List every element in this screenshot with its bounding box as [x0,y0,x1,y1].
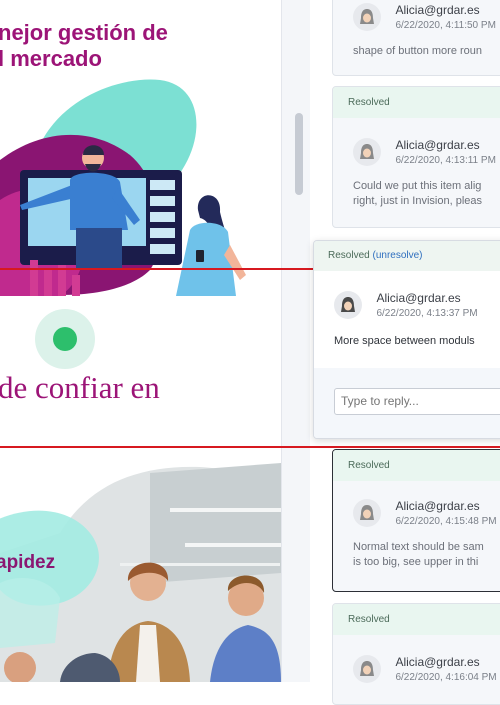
presentation-illustration [0,79,246,296]
comment-meta: Alicia@grdar.es 6/22/2020, 4:13:11 PM [395,138,495,167]
comment-card[interactable]: Resolved Alicia@grdar.es 6/22/2020, 4:13… [332,86,500,228]
selection-marker-bottom [0,446,500,448]
comment-author: Alicia@grdar.es [395,3,480,17]
preview-heading: nejor gestión de l mercado [0,20,168,72]
active-comment-popup[interactable]: Resolved (unresolve) Alicia@grdar.es 6/2… [313,240,500,439]
status-label: Resolved [328,250,370,261]
user-avatar-icon [334,291,362,319]
comment-author: Alicia@grdar.es [376,291,461,305]
comment-text-line-1: Normal text should be sam [353,541,484,553]
comment-author: Alicia@grdar.es [395,499,480,513]
comment-text: More space between moduls [334,335,475,347]
scroll-rail [282,0,310,682]
reply-input[interactable] [334,388,500,415]
comment-meta: Alicia@grdar.es 6/22/2020, 4:16:04 PM [395,655,496,684]
comment-status: Resolved [333,604,500,635]
comment-timestamp: 6/22/2020, 4:11:50 PM [395,20,496,31]
progress-dot-indicator [35,309,95,369]
comment-status: Resolved [333,450,500,481]
comment-text-line-2: right, just in Invision, pleas [353,195,483,207]
scrollbar-thumb[interactable] [295,113,303,195]
comment-status: Resolved (unresolve) [314,241,500,271]
preview-subheading: de confiar en [0,370,160,405]
user-avatar-icon [353,138,381,166]
comment-author: Alicia@grdar.es [395,138,480,152]
heading-line-1: nejor gestión de [0,20,168,45]
comment-card[interactable]: Alicia@grdar.es 6/22/2020, 4:11:50 PM sh… [332,0,500,76]
comment-card[interactable]: Resolved Alicia@grdar.es 6/22/2020, 4:15… [332,449,500,592]
comment-card[interactable]: Resolved Alicia@grdar.es 6/22/2020, 4:16… [332,603,500,705]
comment-meta: Alicia@grdar.es 6/22/2020, 4:13:37 PM [376,291,477,320]
page-preview: nejor gestión de l mercado de confiar en [0,0,281,682]
user-avatar-icon [353,3,381,31]
user-avatar-icon [353,655,381,683]
comment-meta: Alicia@grdar.es 6/22/2020, 4:11:50 PM [395,3,495,32]
comment-status: Resolved [333,87,500,118]
unresolve-link[interactable]: (unresolve) [372,250,422,261]
comment-timestamp: 6/22/2020, 4:13:11 PM [395,155,496,166]
active-dot [53,327,77,351]
comment-author: Alicia@grdar.es [395,655,480,669]
photo-caption: apidez [0,552,56,573]
reply-area [314,368,500,438]
comment-text: shape of button more roun [353,45,483,57]
comment-text-line-1: Could we put this item alig [353,180,482,192]
comment-timestamp: 6/22/2020, 4:15:48 PM [395,516,497,527]
heading-line-2: l mercado [0,46,102,71]
comment-meta: Alicia@grdar.es 6/22/2020, 4:15:48 PM [395,499,496,528]
comment-text-line-2: is too big, see upper in thi [353,556,479,568]
comment-timestamp: 6/22/2020, 4:13:37 PM [376,308,478,319]
user-avatar-icon [353,499,381,527]
comment-timestamp: 6/22/2020, 4:16:04 PM [395,672,497,683]
